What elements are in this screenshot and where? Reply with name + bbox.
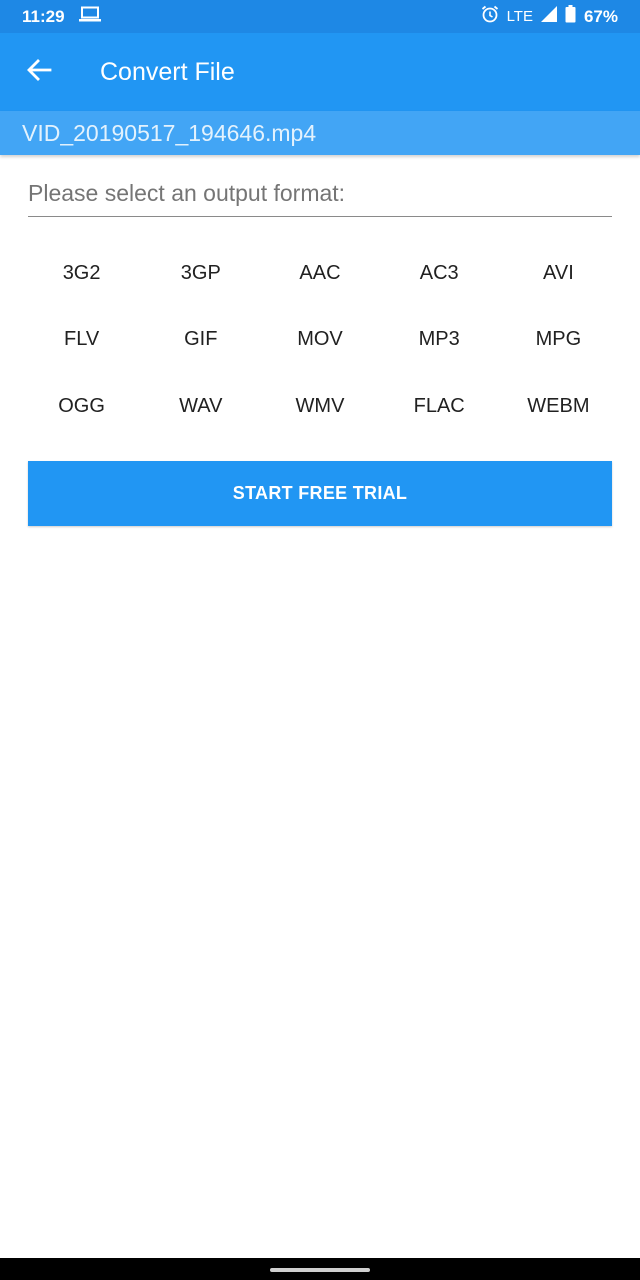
format-option-avi[interactable]: AVI bbox=[499, 240, 618, 307]
start-free-trial-button[interactable]: START FREE TRIAL bbox=[28, 461, 612, 526]
format-prompt-label: Please select an output format: bbox=[28, 180, 346, 206]
arrow-left-icon bbox=[26, 57, 52, 88]
format-option-flv[interactable]: FLV bbox=[22, 307, 141, 374]
format-option-gif[interactable]: GIF bbox=[141, 307, 260, 374]
back-button[interactable] bbox=[0, 33, 78, 111]
format-option-3gp[interactable]: 3GP bbox=[141, 240, 260, 307]
status-right: LTE 67% bbox=[481, 5, 618, 28]
alarm-icon bbox=[481, 5, 499, 28]
format-option-webm[interactable]: WEBM bbox=[499, 373, 618, 440]
page-title: Convert File bbox=[100, 57, 235, 86]
file-name-bar: VID_20190517_194646.mp4 bbox=[0, 111, 640, 155]
format-grid: 3G2 3GP AAC AC3 AVI FLV GIF MOV MP3 MPG … bbox=[22, 240, 618, 440]
format-prompt: Please select an output format: bbox=[28, 176, 612, 217]
network-label: LTE bbox=[506, 8, 533, 25]
battery-level: 67% bbox=[583, 6, 618, 26]
format-option-ac3[interactable]: AC3 bbox=[380, 240, 499, 307]
signal-icon bbox=[540, 6, 557, 27]
laptop-icon bbox=[78, 6, 101, 27]
battery-icon bbox=[565, 5, 576, 28]
format-option-aac[interactable]: AAC bbox=[260, 240, 379, 307]
format-option-mpg[interactable]: MPG bbox=[499, 307, 618, 374]
format-option-flac[interactable]: FLAC bbox=[380, 373, 499, 440]
home-gesture-handle[interactable] bbox=[270, 1268, 370, 1272]
navigation-bar bbox=[0, 1258, 640, 1280]
format-option-wmv[interactable]: WMV bbox=[260, 373, 379, 440]
app-bar: Convert File bbox=[0, 33, 640, 111]
file-name: VID_20190517_194646.mp4 bbox=[22, 119, 317, 146]
format-option-3g2[interactable]: 3G2 bbox=[22, 240, 141, 307]
format-option-ogg[interactable]: OGG bbox=[22, 373, 141, 440]
status-bar: 11:29 LTE 67% bbox=[0, 0, 640, 33]
status-time: 11:29 bbox=[22, 6, 65, 26]
format-option-wav[interactable]: WAV bbox=[141, 373, 260, 440]
format-option-mp3[interactable]: MP3 bbox=[380, 307, 499, 374]
status-left: 11:29 bbox=[22, 6, 101, 27]
format-option-mov[interactable]: MOV bbox=[260, 307, 379, 374]
